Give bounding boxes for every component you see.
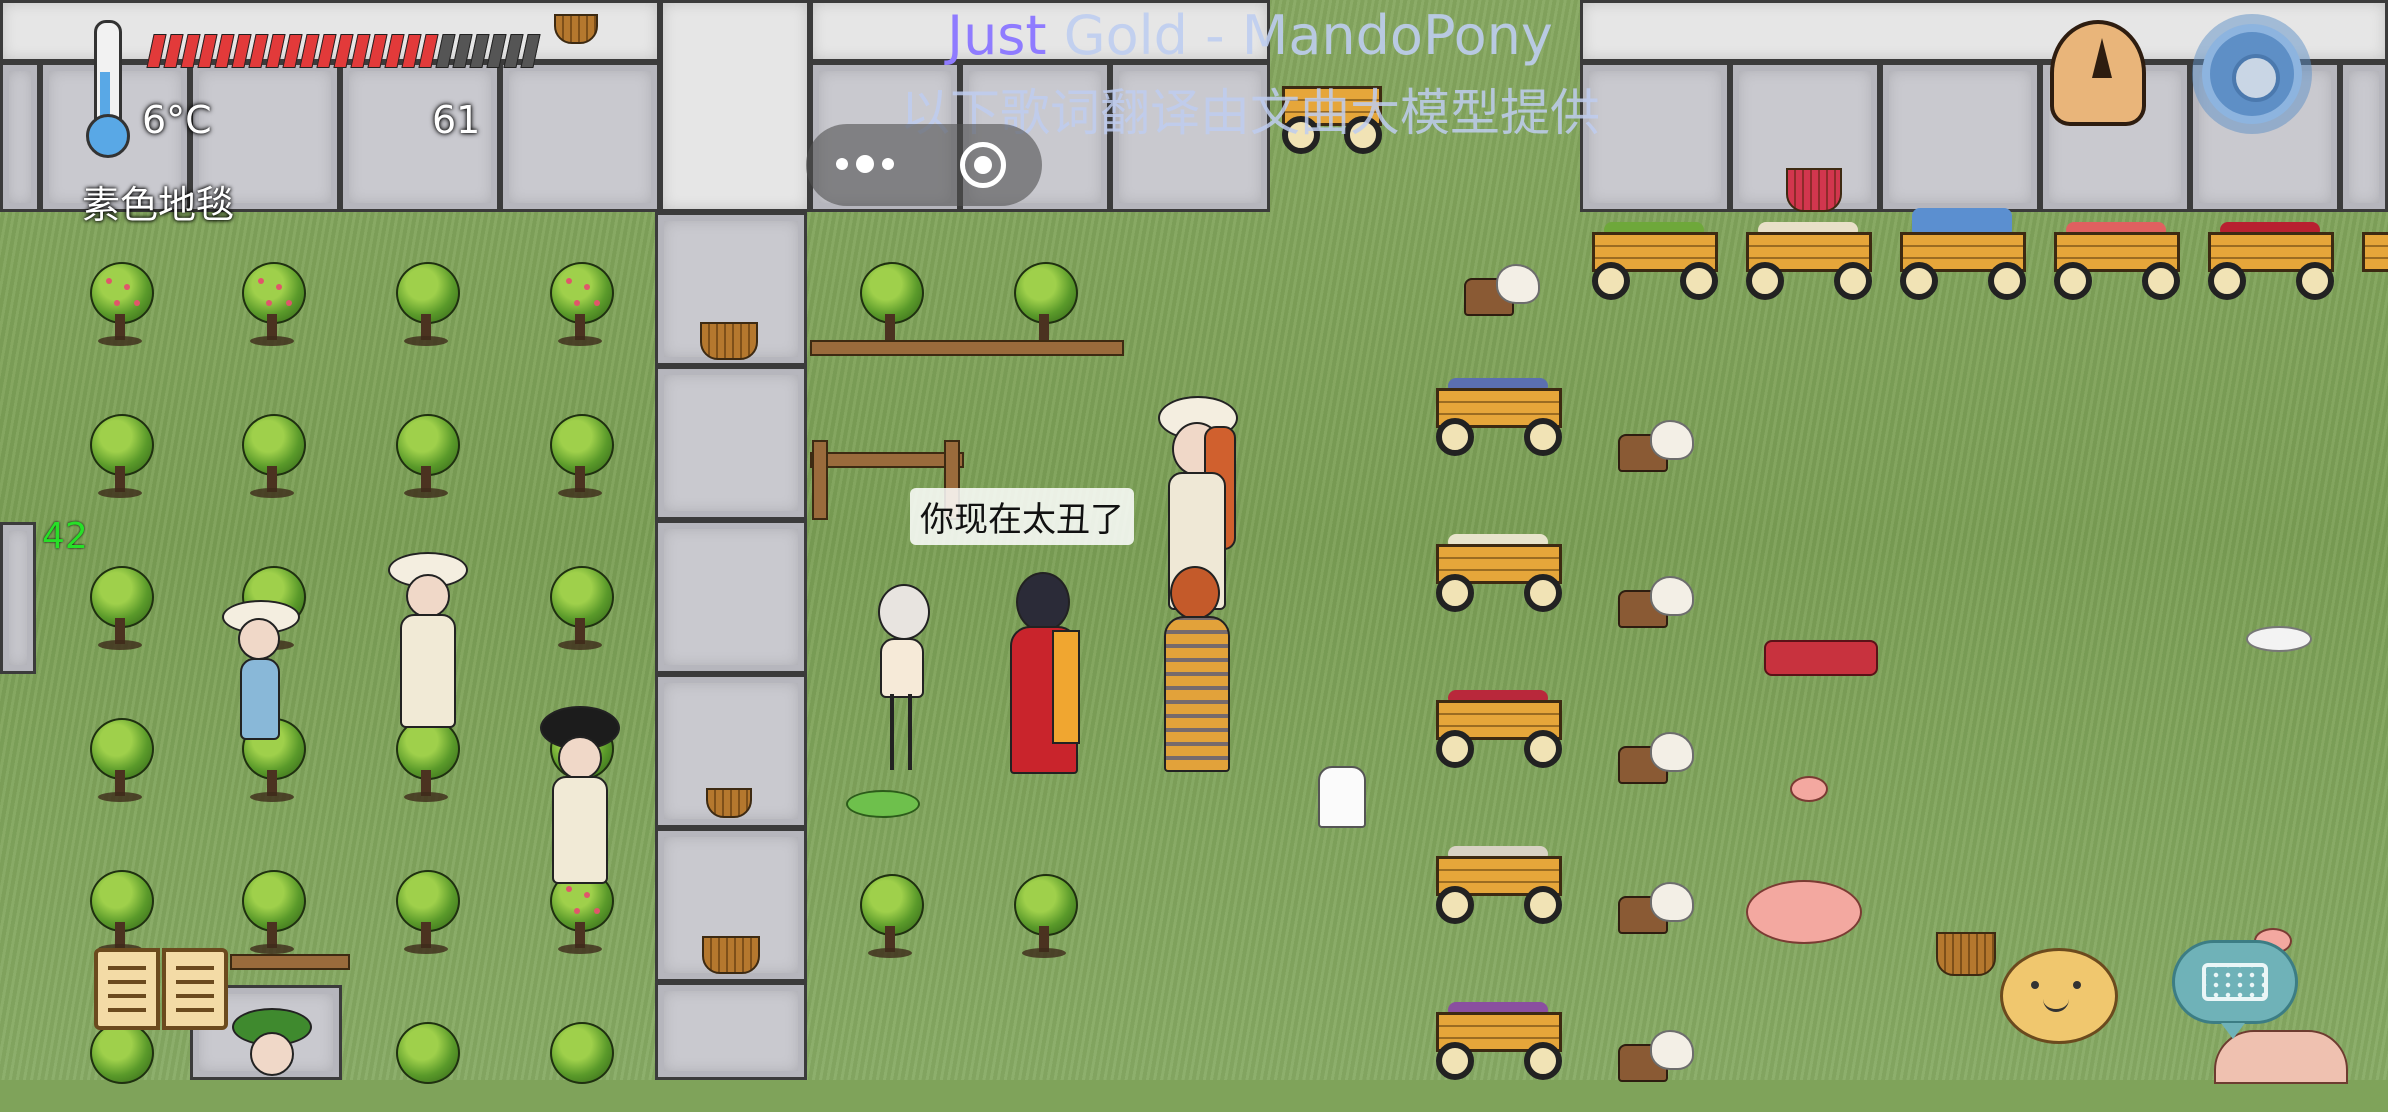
lettuce[interactable] [846, 790, 920, 818]
handcart[interactable] [1894, 208, 2032, 302]
villager[interactable] [860, 584, 942, 770]
food-meter [146, 30, 550, 70]
pig[interactable] [1746, 880, 1862, 944]
gooseberry-bush[interactable] [858, 874, 924, 964]
tree-stump[interactable] [1604, 414, 1694, 474]
basket[interactable] [1936, 932, 1996, 976]
gooseberry-bush[interactable] [548, 262, 614, 352]
gooseberry-bush[interactable] [548, 1022, 614, 1112]
thermometer-icon [80, 16, 132, 158]
gooseberry-bush[interactable] [240, 414, 306, 504]
basket[interactable] [702, 936, 760, 974]
song-title-highlight: Just [947, 4, 1047, 67]
rabbit[interactable] [2246, 626, 2312, 652]
gear-icon [2202, 24, 2302, 124]
villager[interactable] [384, 552, 468, 732]
villager[interactable] [1002, 566, 1082, 774]
handcart[interactable] [2356, 222, 2388, 302]
temperature-readout: 6°C [142, 98, 212, 142]
gooseberry-bush[interactable] [394, 414, 460, 504]
age-readout: 42 [42, 516, 88, 557]
handcart[interactable] [2048, 222, 2186, 302]
more-button[interactable] [825, 130, 905, 200]
chef-hat[interactable] [1318, 766, 1366, 828]
basket[interactable] [706, 788, 752, 818]
gooseberry-bush[interactable] [394, 870, 460, 960]
held-item-label: 素色地毯 [82, 183, 235, 227]
handcart[interactable] [1430, 534, 1568, 614]
handcart[interactable] [2202, 222, 2340, 302]
song-title-rest: Gold - MandoPony [1046, 4, 1553, 67]
status-hud: 6°C 61 素色地毯 [0, 0, 580, 230]
mini-program-capsule [806, 124, 1042, 206]
chat-bubble [2172, 940, 2298, 1039]
stone-floor-tile [1880, 62, 2040, 212]
villager[interactable] [1156, 562, 1232, 772]
gooseberry-bush[interactable] [394, 262, 460, 352]
stone-floor-tile [660, 0, 810, 212]
mutton-skewer[interactable] [1764, 640, 1878, 676]
gooseberry-bush[interactable] [88, 262, 154, 352]
compass-button[interactable] [2046, 12, 2150, 130]
tree-stump[interactable] [1604, 876, 1694, 936]
gooseberry-bush[interactable] [88, 414, 154, 504]
record-button[interactable] [943, 130, 1023, 200]
gooseberry-bush[interactable] [88, 718, 154, 808]
gooseberry-bush[interactable] [1012, 874, 1078, 964]
wooden-fence [812, 440, 828, 520]
yum-count: 61 [432, 98, 481, 142]
villager[interactable] [222, 600, 300, 740]
compass-needle [2092, 38, 2112, 78]
keyboard-button[interactable] [2172, 940, 2298, 1039]
stone-floor-tile [655, 982, 807, 1080]
tree-stump[interactable] [1604, 726, 1694, 786]
basket[interactable] [1786, 168, 1842, 212]
handcart[interactable] [1430, 846, 1568, 926]
gooseberry-bush[interactable] [858, 262, 924, 352]
gooseberry-bush[interactable] [1012, 262, 1078, 352]
keyboard-icon [2202, 963, 2268, 1001]
wooden-fence [810, 452, 964, 468]
stone-floor-tile [655, 520, 807, 674]
gooseberry-bush[interactable] [240, 870, 306, 960]
handcart[interactable] [1740, 222, 1878, 302]
gooseberry-bush[interactable] [394, 1022, 460, 1112]
villager[interactable] [228, 1008, 312, 1080]
handcart[interactable] [1430, 1002, 1568, 1082]
record-icon [960, 142, 1006, 188]
settings-button[interactable] [2192, 14, 2312, 134]
song-title: Just Gold - MandoPony [840, 4, 1660, 67]
gooseberry-bush[interactable] [240, 262, 306, 352]
handcart[interactable] [1430, 378, 1568, 458]
basket[interactable] [700, 322, 758, 360]
stone-floor-tile [0, 522, 36, 674]
stone-floor-tile [655, 366, 807, 520]
tree-stump[interactable] [1604, 570, 1694, 630]
tech-book-button[interactable] [92, 942, 232, 1038]
gooseberry-bush[interactable] [88, 566, 154, 656]
more-dots-icon [836, 154, 894, 173]
stone-floor-tile [2340, 62, 2388, 212]
book-icon [94, 948, 160, 1030]
tree-stump[interactable] [1450, 258, 1540, 318]
gooseberry-bush[interactable] [548, 414, 614, 504]
piglet[interactable] [1790, 776, 1828, 802]
handcart[interactable] [1430, 690, 1568, 770]
tree-stump[interactable] [1604, 1024, 1694, 1084]
emote-button[interactable] [2000, 948, 2118, 1044]
book-page [162, 948, 228, 1030]
food-pip-empty [520, 34, 541, 68]
gooseberry-bush[interactable] [548, 566, 614, 656]
speech-bubble: 你现在太丑了 [910, 488, 1134, 545]
handcart[interactable] [1586, 222, 1724, 302]
villager[interactable] [536, 706, 620, 884]
